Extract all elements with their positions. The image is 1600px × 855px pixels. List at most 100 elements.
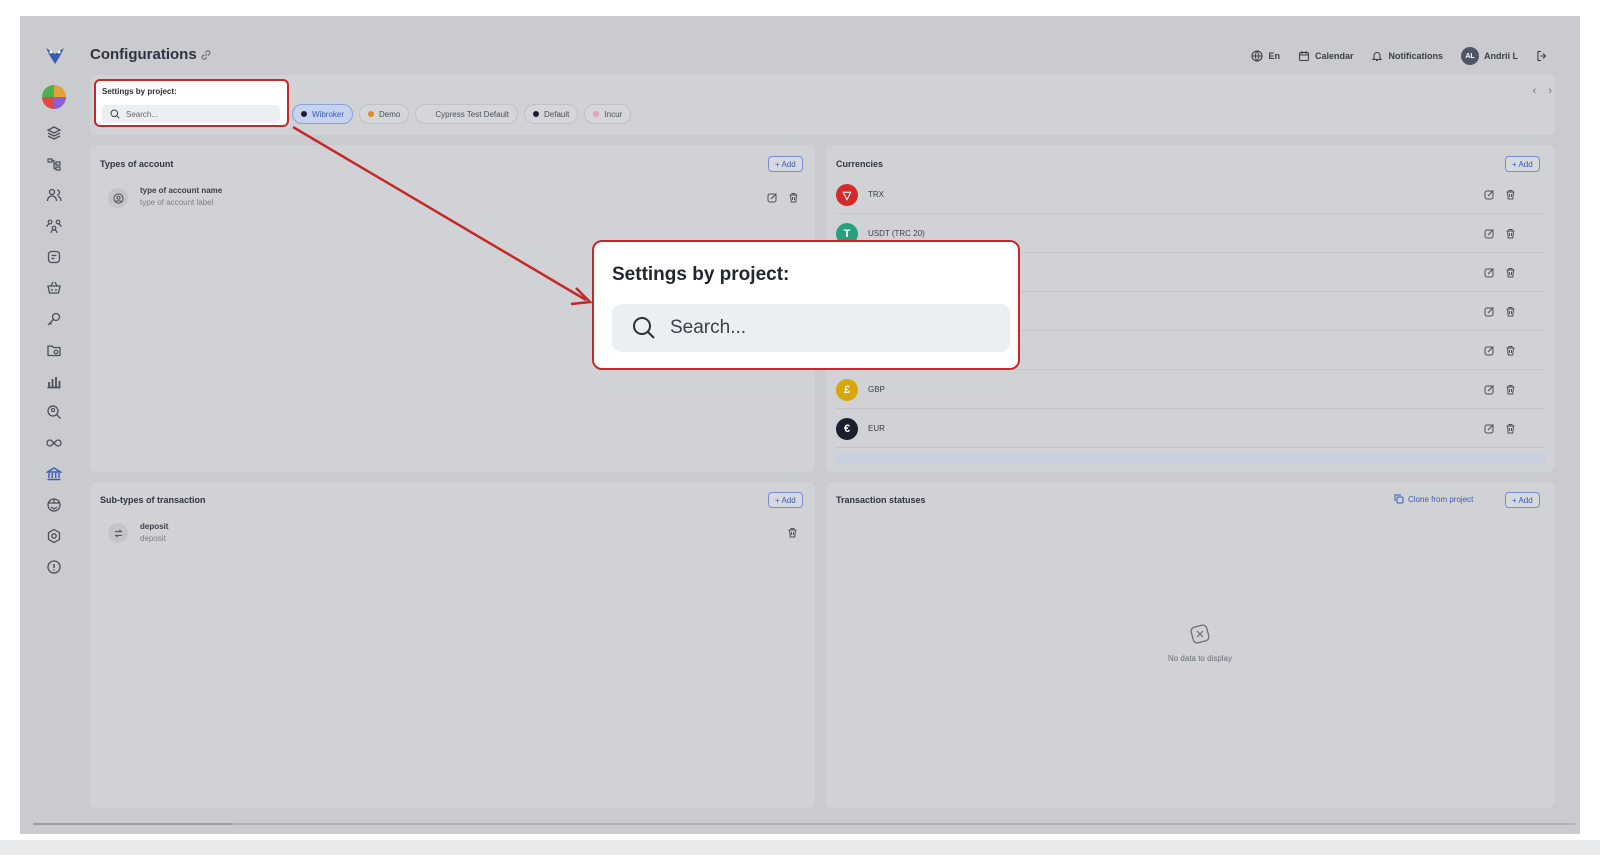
chip-label: Wibroker — [312, 109, 345, 119]
currency-scrollbar[interactable] — [836, 454, 1546, 464]
horizontal-scrollbar-track[interactable] — [33, 823, 1575, 825]
add-account-type-button[interactable]: + Add — [768, 156, 803, 172]
page-header: Configurations En Calendar Notifications… — [90, 44, 1560, 68]
hierarchy-icon[interactable] — [46, 156, 62, 172]
calendar-button[interactable]: Calendar — [1298, 50, 1353, 62]
account-type-actions — [767, 192, 799, 203]
project-chip[interactable]: Wibroker — [292, 104, 354, 124]
logo-icon[interactable] — [44, 44, 66, 66]
document-icon[interactable] — [46, 249, 62, 265]
project-filter-label: Settings by project: — [102, 87, 177, 96]
chip-dot — [533, 111, 540, 117]
edit-icon[interactable] — [1484, 267, 1495, 278]
edit-icon[interactable] — [1484, 306, 1495, 317]
chip-dot — [593, 111, 600, 117]
currency-row: € EUR — [836, 410, 1546, 448]
notifications-label: Notifications — [1388, 51, 1443, 61]
project-search-input[interactable]: Search... — [102, 105, 280, 123]
sub-types-card — [90, 482, 815, 808]
language-selector[interactable]: En — [1251, 50, 1280, 62]
notifications-button[interactable]: Notifications — [1371, 50, 1443, 62]
logout-icon — [1537, 50, 1547, 62]
edit-icon[interactable] — [1484, 228, 1495, 239]
currencies-title: Currencies — [836, 159, 884, 169]
add-sub-type-button[interactable]: + Add — [768, 492, 803, 508]
project-chip[interactable]: Incur — [584, 104, 632, 124]
currency-actions — [1484, 228, 1516, 239]
project-search-placeholder: Search... — [126, 109, 159, 119]
chip-scroll-arrows: ‹ › — [1533, 85, 1552, 97]
infinity-icon[interactable] — [46, 435, 62, 451]
trash-icon[interactable] — [1505, 306, 1516, 317]
project-avatar[interactable] — [42, 85, 66, 109]
team-icon[interactable] — [46, 218, 62, 234]
header-actions: En Calendar Notifications AL Andrii L — [1251, 44, 1548, 68]
logout-button[interactable] — [1536, 50, 1548, 62]
add-currency-button[interactable]: + Add — [1505, 156, 1540, 172]
users-icon[interactable] — [46, 187, 62, 203]
globe-icon — [1251, 50, 1264, 62]
currency-logo: € — [836, 418, 858, 440]
currency-actions — [1484, 306, 1516, 317]
page-title: Configurations — [90, 46, 197, 63]
clone-label: Clone from project — [1408, 494, 1474, 504]
chip-label: Cypress Test Default — [435, 109, 510, 119]
account-type-name: type of account name — [140, 186, 223, 195]
empty-state: No data to display — [1130, 620, 1270, 663]
sub-type-label: deposit — [140, 534, 166, 543]
bar-chart-icon[interactable] — [46, 373, 62, 389]
edit-icon[interactable] — [1484, 189, 1495, 200]
horizontal-scrollbar-thumb[interactable] — [33, 823, 233, 825]
trash-icon[interactable] — [1505, 228, 1516, 239]
types-of-account-title: Types of account — [100, 159, 174, 169]
trash-icon[interactable] — [787, 527, 798, 538]
project-chip[interactable]: Demo — [359, 104, 410, 124]
bank-icon[interactable] — [45, 466, 63, 482]
copy-icon — [1394, 494, 1404, 504]
empty-state-text: No data to display — [1167, 654, 1233, 663]
basket-icon[interactable] — [46, 280, 62, 296]
currency-logo: ▽ — [836, 184, 858, 206]
callout-search-input[interactable]: Search... — [612, 304, 1010, 352]
package-icon[interactable] — [46, 497, 62, 513]
search-icon — [633, 317, 655, 339]
callout-label: Settings by project: — [612, 264, 790, 285]
edit-icon[interactable] — [1484, 345, 1495, 356]
add-status-button[interactable]: + Add — [1505, 492, 1540, 508]
user-menu[interactable]: AL Andrii L — [1461, 47, 1518, 65]
transaction-statuses-title: Transaction statuses — [836, 495, 926, 505]
folder-icon[interactable] — [46, 342, 62, 358]
edit-icon[interactable] — [1484, 423, 1495, 434]
chevron-right-icon[interactable]: › — [1548, 85, 1552, 97]
trash-icon[interactable] — [1505, 345, 1516, 356]
chip-dot — [301, 111, 307, 117]
chip-label: Demo — [379, 109, 401, 119]
trash-icon[interactable] — [1505, 423, 1516, 434]
account-type-icon — [108, 188, 128, 208]
link-icon[interactable] — [200, 48, 212, 60]
callout-search-placeholder: Search... — [670, 317, 747, 338]
edit-icon[interactable] — [1484, 384, 1495, 395]
clone-from-project-button[interactable]: Clone from project — [1394, 494, 1473, 504]
trash-icon[interactable] — [1505, 267, 1516, 278]
project-chips: Wibroker Demo Cypress Test Default Default I… — [292, 104, 632, 124]
trash-icon[interactable] — [788, 192, 799, 203]
settings-icon[interactable] — [46, 528, 62, 544]
shield-icon[interactable] — [46, 559, 62, 575]
trash-icon[interactable] — [1505, 189, 1516, 200]
project-chip[interactable]: Default — [524, 104, 579, 124]
currency-name: EUR — [868, 424, 885, 433]
trash-icon[interactable] — [1505, 384, 1516, 395]
layers-icon[interactable] — [46, 125, 62, 141]
chevron-left-icon[interactable]: ‹ — [1533, 85, 1537, 97]
user-search-icon[interactable] — [46, 404, 62, 420]
edit-icon[interactable] — [767, 192, 778, 203]
project-chip[interactable]: Cypress Test Default — [415, 104, 519, 124]
bell-icon — [1372, 52, 1383, 62]
sub-type-icon — [108, 523, 128, 543]
avatar: AL — [1461, 47, 1479, 65]
currency-actions — [1484, 189, 1516, 200]
key-icon[interactable] — [46, 311, 62, 327]
currency-actions — [1484, 423, 1516, 434]
currency-row: ▽ TRX — [836, 176, 1546, 214]
